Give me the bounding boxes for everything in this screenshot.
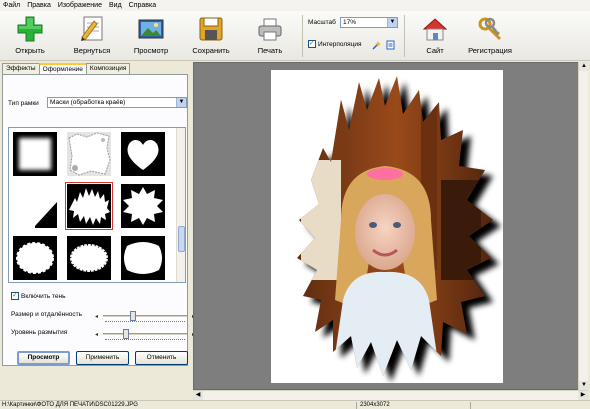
open-button[interactable]: Открыть [8, 13, 52, 59]
size-distance-slider[interactable]: ◂ ▸ [95, 311, 195, 322]
toolbar: Открыть Вернуться Просмотр Сохранить Печ… [0, 11, 590, 61]
interpolation-check[interactable] [308, 39, 316, 48]
floppy-disk-icon [197, 15, 225, 43]
chevron-down-icon[interactable]: ▼ [387, 18, 397, 27]
blur-slider-row: Уровень размытия ◂ ▸ [11, 329, 195, 341]
print-page [271, 70, 503, 383]
menu-view[interactable]: Вид [109, 2, 122, 9]
cancel-button[interactable]: Отменить [135, 351, 188, 365]
frame-mask-gallery [8, 127, 186, 283]
interpolation-checkbox[interactable]: Интерполяция [308, 39, 362, 48]
menu-help[interactable]: Справка [129, 2, 156, 9]
chevron-left-icon: ◂ [95, 332, 99, 338]
frame-type-value: Маски (обработка краёв) [50, 99, 126, 106]
enable-shadow-label: Включить тень [21, 292, 66, 300]
file-path: H:\Картинки\ФОТО ДЛЯ ПЕЧАТИ\DSC01229.JPG [2, 402, 138, 408]
back-button[interactable]: Вернуться [66, 13, 118, 59]
plus-icon [16, 15, 44, 43]
picture-icon [137, 15, 165, 43]
scale-select[interactable]: 17% ▼ [340, 17, 398, 28]
site-button[interactable]: Сайт [418, 13, 452, 59]
photo-preview [297, 76, 501, 382]
enable-shadow-check[interactable] [11, 291, 19, 300]
status-separator [470, 402, 471, 409]
chevron-up-icon[interactable]: ▲ [579, 62, 589, 71]
scale-value: 17% [343, 19, 357, 26]
slider-track [103, 333, 187, 335]
enable-shadow-checkbox[interactable]: Включить тень [11, 291, 66, 300]
frame-type-label: Тип рамки [8, 100, 39, 107]
size-slider-row: Размер и отдалённость ◂ ▸ [11, 311, 195, 323]
gallery-scrollbar[interactable] [176, 128, 185, 282]
home-icon [421, 15, 449, 43]
mask-thumbnail-rough-oval[interactable] [13, 236, 57, 280]
preview-toolbar-label: Просмотр [133, 46, 169, 55]
keys-icon [476, 15, 504, 43]
print-label: Печать [257, 46, 283, 55]
preview-vertical-scrollbar[interactable]: ▲ ▼ [578, 62, 589, 390]
slider-ticks [105, 338, 185, 340]
mask-thumbnail-grunge[interactable] [67, 132, 111, 176]
blur-level-label: Уровень размытия [11, 329, 68, 336]
status-separator [356, 402, 357, 409]
frame-type-select[interactable]: Маски (обработка краёв) ▼ [47, 97, 187, 108]
status-bar: H:\Картинки\ФОТО ДЛЯ ПЕЧАТИ\DSC01229.JPG… [0, 400, 590, 409]
menu-file[interactable]: Файл [3, 2, 20, 9]
preview-horizontal-scrollbar[interactable]: ◀ ▶ [193, 390, 588, 400]
printer-icon [256, 15, 284, 43]
preview-button[interactable]: Просмотр [17, 351, 70, 365]
interpolation-label: Интерполяция [318, 40, 362, 48]
preview-area [193, 62, 588, 390]
chevron-down-icon[interactable]: ▼ [579, 381, 589, 390]
register-button[interactable]: Регистрация [462, 13, 518, 59]
toolbar-separator [404, 15, 405, 57]
slider-track [103, 315, 187, 317]
site-label: Сайт [426, 46, 444, 55]
apply-button[interactable]: Применить [76, 351, 129, 365]
save-button[interactable]: Сохранить [188, 13, 234, 59]
mask-thumbnail-corner[interactable] [13, 184, 57, 228]
scale-group: Масштаб 17% ▼ Интерполяция [308, 16, 398, 56]
slider-knob[interactable] [130, 311, 136, 321]
size-distance-label: Размер и отдалённость [11, 311, 83, 318]
menu-bar: Файл Правка Изображение Вид Справка [0, 0, 590, 11]
chevron-left-icon[interactable]: ◀ [193, 391, 203, 400]
register-label: Регистрация [468, 46, 512, 55]
image-dimensions: 2304x3072 [360, 402, 390, 408]
page-setup-icon[interactable] [386, 40, 396, 50]
mask-thumbnail-heart[interactable] [121, 132, 165, 176]
chevron-right-icon[interactable]: ▶ [578, 391, 588, 400]
chevron-left-icon: ◂ [95, 314, 99, 320]
action-buttons: Просмотр Применить Отменить [17, 351, 194, 365]
back-label: Вернуться [73, 46, 111, 55]
mask-thumbnail-scalloped-oval[interactable] [67, 236, 111, 280]
gallery-scroll-thumb[interactable] [178, 226, 185, 252]
preview-toolbar-button[interactable]: Просмотр [128, 13, 174, 59]
mask-thumbnail-star-burst[interactable] [121, 184, 165, 228]
slider-knob[interactable] [123, 329, 129, 339]
save-label: Сохранить [192, 46, 230, 55]
tab-effects[interactable]: Эффекты [2, 63, 40, 74]
tab-composition[interactable]: Композиция [85, 63, 131, 74]
menu-edit[interactable]: Правка [27, 2, 51, 9]
scale-label: Масштаб [308, 19, 336, 26]
toolbar-separator [302, 15, 303, 57]
menu-image[interactable]: Изображение [58, 2, 102, 9]
undo-document-icon [78, 15, 106, 43]
chevron-down-icon[interactable]: ▼ [176, 98, 186, 107]
mask-thumbnail-rounded-rect[interactable] [121, 236, 165, 280]
design-tab-panel: Тип рамки Маски (обработка краёв) ▼ ✓ Вк… [2, 74, 195, 366]
mask-thumbnail-soft-square[interactable] [13, 132, 57, 176]
effects-tool-icon[interactable] [372, 40, 382, 50]
left-panel: Эффекты Оформление Композиция Тип рамки … [0, 62, 195, 400]
open-label: Открыть [15, 46, 45, 55]
print-button[interactable]: Печать [250, 13, 290, 59]
mask-thumbnail-splash[interactable] [65, 182, 113, 230]
slider-ticks [105, 320, 185, 322]
blur-level-slider[interactable]: ◂ ▸ [95, 329, 195, 340]
